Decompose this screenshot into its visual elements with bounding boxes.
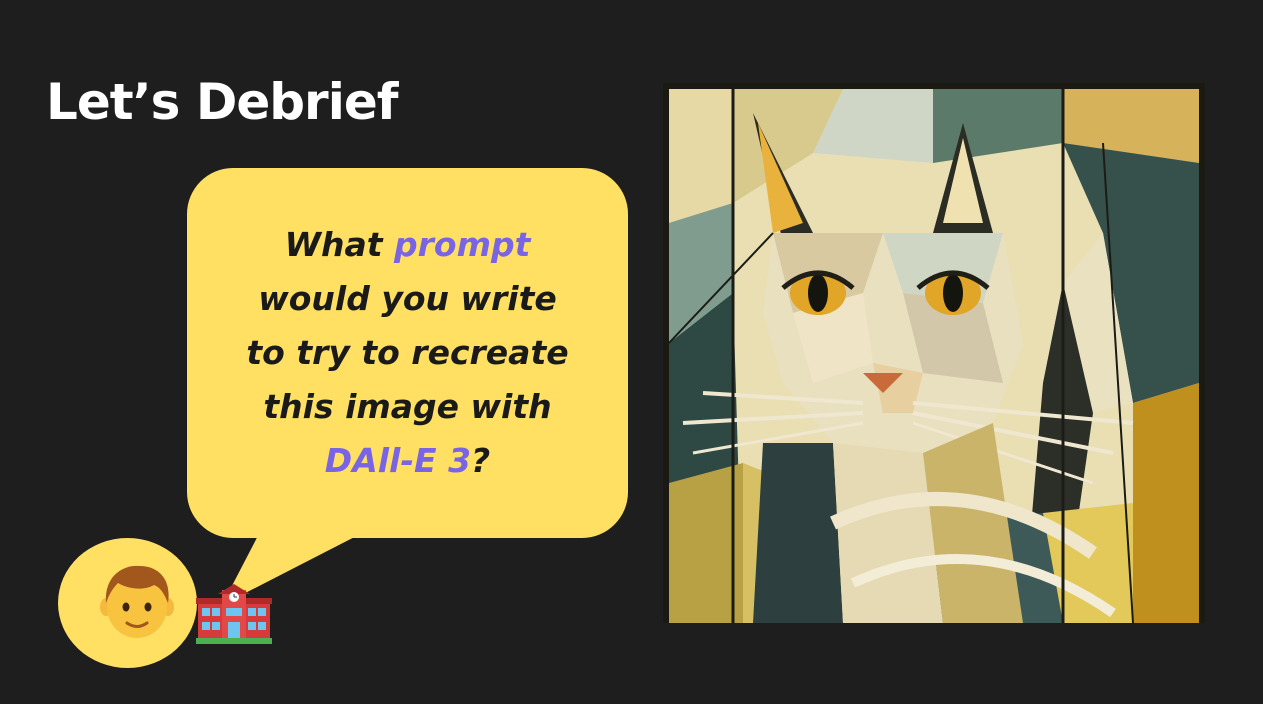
question-text: to try to recreate [246, 333, 569, 372]
cubist-cat-painting [663, 83, 1205, 623]
debrief-question: What prompt would you write to try to re… [208, 218, 608, 488]
question-text: ? [471, 441, 491, 480]
person-face-icon [100, 565, 174, 638]
speech-bubble: What prompt would you write to try to re… [187, 168, 628, 538]
highlight-model-name: DAll-E 3 [324, 441, 472, 480]
highlight-prompt: prompt [394, 225, 531, 264]
school-building-icon [196, 584, 272, 644]
question-text: What [284, 225, 395, 264]
question-text: would you write [258, 279, 557, 318]
slide: Let’s Debrief What prompt would you writ… [0, 0, 1263, 704]
question-text: this image with [263, 387, 552, 426]
